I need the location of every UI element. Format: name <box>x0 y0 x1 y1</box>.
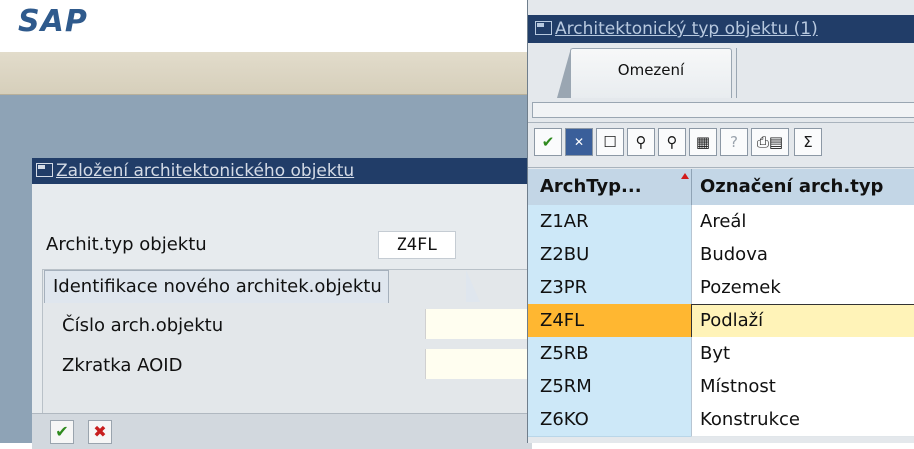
toolbar-confirm-button[interactable]: ✔ <box>534 128 562 156</box>
row-code: Z5RB <box>540 343 589 364</box>
cancel-button[interactable]: ✖ <box>88 420 112 444</box>
table-row[interactable]: Z6KO Konstrukce <box>528 403 914 437</box>
cancel-icon: ✖ <box>93 422 107 441</box>
confirm-button[interactable]: ✔ <box>50 420 74 444</box>
check-icon: ✔ <box>55 422 69 441</box>
help-icon: ? <box>730 133 738 151</box>
sum-icon: Σ <box>803 133 813 151</box>
table-row-selected[interactable]: Z4FL Podlaží <box>528 304 914 339</box>
row-description: Konstrukce <box>700 409 800 430</box>
toolbar-settings-button[interactable]: ▦ <box>689 128 717 156</box>
row-code: Z5RM <box>540 376 592 397</box>
new-document-icon: ☐ <box>603 133 617 151</box>
row-code: Z6KO <box>540 409 589 430</box>
tab-strip-divider <box>736 48 914 98</box>
object-number-input[interactable] <box>425 309 533 339</box>
table-row[interactable]: Z5RB Byt <box>528 337 914 371</box>
object-number-label: Číslo arch.objektu <box>62 315 224 336</box>
column-header-code[interactable]: ArchTyp... <box>540 169 685 205</box>
toolbar-new-button[interactable]: ☐ <box>596 128 624 156</box>
window-icon <box>535 21 552 35</box>
toolbar-find-button[interactable]: ⚲ <box>627 128 655 156</box>
row-code: Z2BU <box>540 244 590 265</box>
table-row[interactable]: Z3PR Pozemek <box>528 271 914 305</box>
check-icon: ✔ <box>541 133 555 151</box>
value-help-dialog: Architektonický typ objektu (1) Omezení … <box>527 0 914 443</box>
row-code: Z1AR <box>540 211 589 232</box>
row-description: Pozemek <box>700 277 781 298</box>
settings-icon: ▦ <box>695 133 711 151</box>
help-dialog-title: Architektonický typ objektu (1) <box>555 19 818 39</box>
table-row[interactable]: Z2BU Budova <box>528 238 914 272</box>
toolbar-print-button[interactable]: ⎙▤ <box>751 128 789 156</box>
group-title-edge <box>466 270 480 302</box>
create-object-dialog: Založení architektonického objektu Archi… <box>32 158 534 449</box>
short-aoid-label: Zkratka AOID <box>62 355 183 376</box>
row-description: Podlaží <box>700 310 764 331</box>
row-description: Místnost <box>700 376 776 397</box>
row-code: Z4FL <box>540 310 585 331</box>
print-icon: ⎙▤ <box>756 133 784 151</box>
row-code: Z3PR <box>540 277 588 298</box>
window-icon <box>36 163 53 177</box>
row-description: Byt <box>700 343 731 364</box>
toolbar-sum-button[interactable]: Σ <box>794 128 822 156</box>
identification-group-title: Identifikace nového architek.objektu <box>44 270 389 303</box>
object-type-field[interactable]: Z4FL <box>378 231 456 259</box>
short-aoid-input[interactable] <box>425 349 533 379</box>
create-dialog-title-bar[interactable]: Založení architektonického objektu <box>32 158 532 184</box>
find-next-icon: ⚲ <box>666 133 678 151</box>
toolbar-help-button[interactable]: ? <box>720 128 748 156</box>
tab-restrictions[interactable]: Omezení <box>557 48 732 99</box>
restrictions-scrollbar[interactable] <box>532 102 914 118</box>
find-icon: ⚲ <box>635 133 647 151</box>
table-row[interactable]: Z5RM Místnost <box>528 370 914 404</box>
table-row[interactable]: Z1AR Areál <box>528 205 914 239</box>
row-description: Areál <box>700 211 747 232</box>
help-dialog-title-bar[interactable]: Architektonický typ objektu (1) <box>528 15 914 43</box>
toolbar-find-next-button[interactable]: ⚲ <box>658 128 686 156</box>
create-dialog-body: Archit.typ objektu Z4FL Identifikace nov… <box>32 184 534 448</box>
sort-ascending-icon <box>681 173 689 179</box>
row-description: Budova <box>700 244 768 265</box>
toolbar-cancel-button[interactable]: ✕ <box>565 128 593 156</box>
column-separator[interactable] <box>691 169 692 205</box>
cancel-icon: ✕ <box>573 135 585 149</box>
sap-logo: SAP <box>18 4 88 39</box>
column-header-description[interactable]: Označení arch.typ <box>700 169 914 205</box>
create-dialog-title: Založení architektonického objektu <box>56 161 355 181</box>
object-type-label: Archit.typ objektu <box>46 234 207 255</box>
